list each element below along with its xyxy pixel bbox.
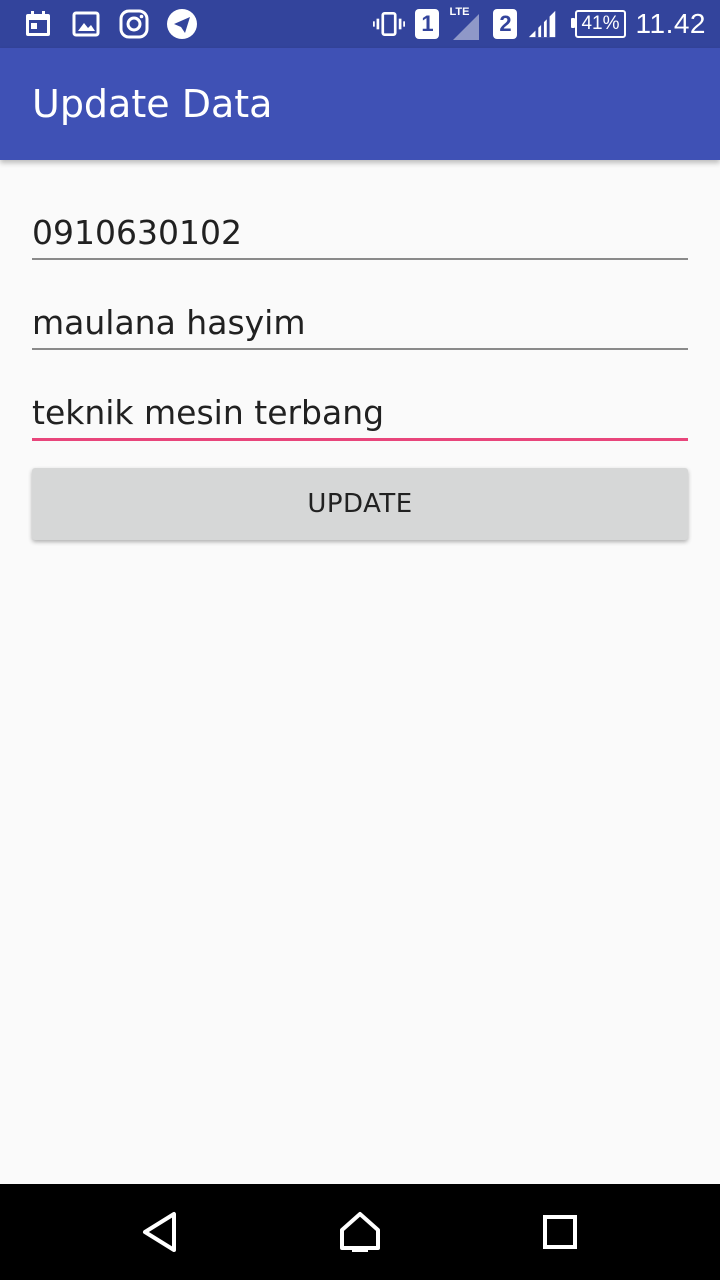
back-button[interactable] xyxy=(130,1202,190,1262)
id-field[interactable] xyxy=(32,198,688,260)
recents-icon xyxy=(543,1215,577,1249)
status-clock: 11.42 xyxy=(635,8,706,39)
home-icon xyxy=(340,1212,380,1252)
name-input[interactable] xyxy=(32,303,688,342)
recents-button[interactable] xyxy=(530,1202,590,1262)
telegram-icon xyxy=(166,8,198,40)
id-input[interactable] xyxy=(32,213,688,252)
system-icons: 1 LTE 2 41% 11.42 xyxy=(373,6,706,42)
signal-icon xyxy=(527,8,559,40)
image-icon xyxy=(70,8,102,40)
update-button[interactable]: UPDATE xyxy=(32,468,688,540)
sim2-badge: 2 xyxy=(493,9,518,39)
battery-indicator: 41% xyxy=(571,10,626,38)
sim1-badge: 1 xyxy=(415,9,440,39)
lte-signal-icon: LTE xyxy=(449,6,483,42)
instagram-icon xyxy=(118,8,150,40)
app-bar: Update Data xyxy=(0,48,720,160)
navigation-bar xyxy=(0,1184,720,1280)
home-button[interactable] xyxy=(330,1202,390,1262)
notification-icons xyxy=(22,8,198,40)
page-title: Update Data xyxy=(32,82,273,126)
back-icon xyxy=(143,1212,176,1252)
status-bar: 1 LTE 2 41% 11.42 xyxy=(0,0,720,48)
major-input[interactable] xyxy=(32,393,688,432)
calendar-icon xyxy=(22,8,54,40)
major-field[interactable] xyxy=(32,378,688,441)
vibrate-icon xyxy=(373,8,406,40)
name-field[interactable] xyxy=(32,288,688,350)
